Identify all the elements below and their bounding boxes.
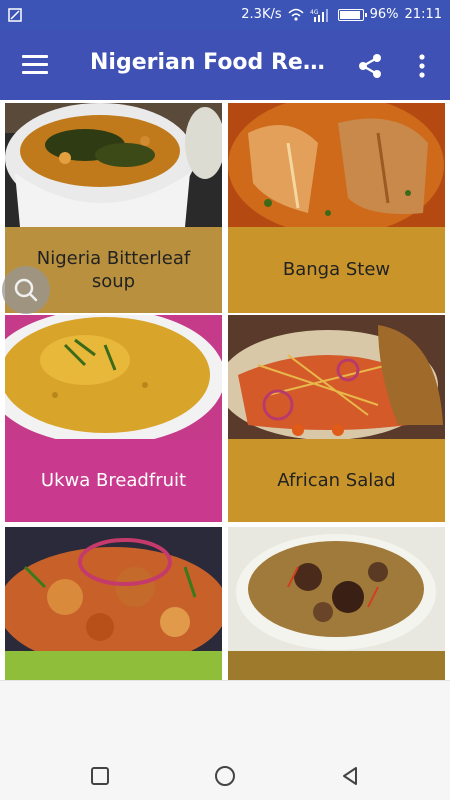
share-icon[interactable] <box>356 52 384 80</box>
recipe-card-african-salad[interactable]: African Salad <box>228 315 445 522</box>
recipe-card-banga-stew[interactable]: Banga Stew <box>228 103 445 313</box>
recipe-card[interactable] <box>228 527 445 680</box>
battery-percent: 96% <box>369 7 399 22</box>
hamburger-menu-icon[interactable] <box>22 55 48 75</box>
svg-text:4G: 4G <box>310 9 319 16</box>
recipe-title <box>228 651 445 680</box>
recipe-image <box>228 103 445 227</box>
wifi-icon <box>288 8 304 21</box>
recipe-title: Ukwa Breadfruit <box>5 439 222 522</box>
status-bar: 2.3K/s 4G 96% 21:11 <box>0 0 450 30</box>
page-title: Nigerian Food Reci... <box>90 50 330 75</box>
recipe-image <box>228 315 445 439</box>
recipe-image <box>228 527 445 651</box>
network-speed: 2.3K/s <box>241 7 282 22</box>
app-bar: Nigerian Food Reci... <box>0 30 450 100</box>
system-navigation-bar <box>0 680 450 800</box>
triangle-back-icon[interactable] <box>338 764 362 788</box>
square-recents-icon[interactable] <box>88 764 112 788</box>
more-vert-icon[interactable] <box>414 52 430 80</box>
circle-home-icon[interactable] <box>213 764 237 788</box>
recipe-card-ukwa-breadfruit[interactable]: Ukwa Breadfruit <box>5 315 222 522</box>
battery-icon <box>337 8 367 21</box>
recipe-title: Banga Stew <box>228 227 445 313</box>
signal-icon: 4G <box>310 8 328 22</box>
recipe-title: African Salad <box>228 439 445 522</box>
recipe-card[interactable] <box>5 527 222 680</box>
search-button[interactable] <box>2 266 50 314</box>
clock: 21:11 <box>404 7 442 22</box>
recipe-image <box>5 527 222 651</box>
search-icon <box>14 278 38 302</box>
recipe-grid: Nigeria Bitterleaf soup Banga Stew Ukwa <box>0 100 450 680</box>
recipe-image <box>5 315 222 439</box>
recipe-image <box>5 103 222 227</box>
screenshot-notification-icon <box>8 8 22 22</box>
recipe-title <box>5 651 222 680</box>
